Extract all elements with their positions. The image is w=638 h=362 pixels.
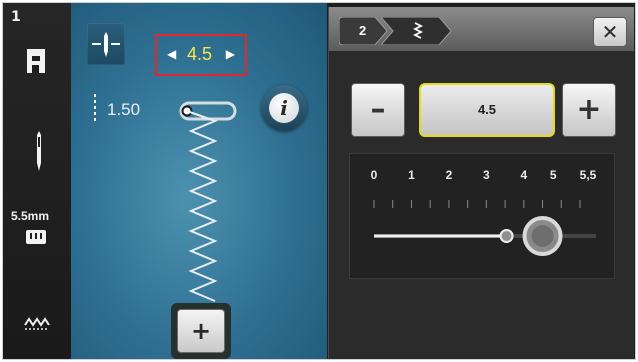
width-value-field[interactable]: 4.5 [419, 83, 555, 137]
increase-button[interactable]: + [562, 83, 616, 137]
stitch-edit-area: ◀ 4.5 ▶ 1.50 i + [71, 3, 327, 359]
stitch-width-control[interactable]: ◀ 4.5 ▶ [155, 34, 247, 76]
zigzag-stitch-preview [179, 101, 237, 302]
presser-foot-number: 1 [11, 9, 21, 25]
stitch-width-value: 4.5 [187, 44, 213, 64]
stitch-length-icon [94, 94, 96, 124]
close-button[interactable]: ✕ [593, 17, 627, 47]
needle-position-button[interactable] [87, 23, 125, 65]
info-button[interactable]: i [261, 85, 307, 131]
increase-arrow-icon[interactable]: ▶ [226, 47, 235, 61]
slider-marker [499, 229, 514, 243]
info-icon: i [269, 93, 299, 123]
decrease-button[interactable]: – [351, 83, 405, 137]
stitch-length-value[interactable]: 1.50 [107, 100, 140, 120]
width-slider-panel: 0 1 2 3 4 5 5,5 [349, 153, 615, 279]
status-sidebar: 1 5.5mm [3, 3, 71, 359]
zigzag-stitch-icon[interactable] [23, 315, 51, 331]
presser-foot-icon [27, 49, 45, 73]
needle-icon [37, 131, 41, 171]
width-slider[interactable] [350, 154, 616, 280]
decrease-arrow-icon[interactable]: ◀ [167, 47, 176, 61]
slider-knob-center [531, 225, 554, 247]
add-stitch-button[interactable]: + [177, 309, 225, 353]
breadcrumb-label: 2 [359, 23, 367, 38]
stitch-width-panel: 2 ✕ – 4.5 + 0 1 2 3 4 5 5,5 [328, 7, 634, 359]
stitch-plate-icon [26, 230, 46, 244]
needle-position-icon [92, 32, 120, 57]
stitch-width-readout: 5.5mm [11, 209, 50, 223]
panel-header: 2 ✕ [329, 7, 634, 51]
sewing-screen: 1 5.5mm ◀ 4.5 ▶ 1.50 i + 2 ✕ – 4.5 + 0 1… [2, 2, 636, 360]
breadcrumb-item-zigzag[interactable] [381, 17, 452, 45]
